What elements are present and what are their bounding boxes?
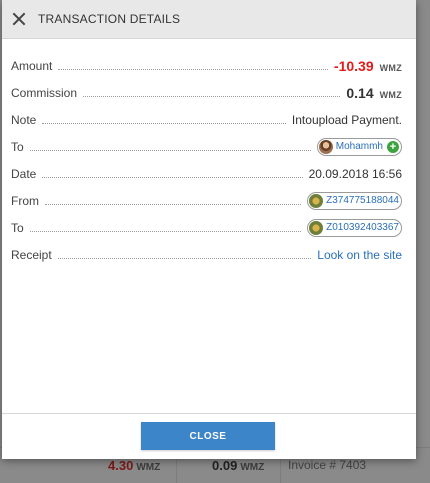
webmoney-icon	[309, 220, 324, 235]
add-contact-icon[interactable]: +	[387, 140, 399, 153]
label-receipt: Receipt	[11, 247, 52, 262]
transaction-details-modal: TRANSACTION DETAILS Amount -10.39 WMZ Com…	[2, 0, 416, 459]
to-purse-chip[interactable]: Z010392403367	[307, 218, 402, 237]
bg-amount: 4.30 WMZ	[108, 458, 161, 473]
row-to-user: To Mohammh +	[2, 133, 416, 160]
from-purse-chip[interactable]: Z374775188044	[307, 191, 402, 210]
details-list: Amount -10.39 WMZ Commission 0.14 WMZ Note…	[2, 39, 416, 268]
from-purse-id: Z374775188044	[326, 195, 399, 206]
leader-dots	[45, 204, 302, 205]
note-value: Intoupload Payment.	[291, 112, 402, 127]
leader-dots	[58, 69, 328, 70]
modal-title: TRANSACTION DETAILS	[38, 12, 181, 26]
leader-dots	[29, 231, 302, 232]
bg-commission: 0.09 WMZ	[212, 458, 265, 473]
label-to-purse: To	[11, 220, 24, 235]
modal-header: TRANSACTION DETAILS	[2, 0, 416, 39]
row-from-purse: From Z374775188044	[2, 187, 416, 214]
label-note: Note	[11, 112, 37, 127]
close-icon[interactable]	[12, 12, 26, 26]
bg-invoice: Invoice # 7403	[288, 458, 367, 472]
leader-dots	[29, 150, 311, 151]
row-date: Date 20.09.2018 16:56	[2, 160, 416, 187]
modal-footer: CLOSE	[2, 413, 416, 459]
row-receipt: Receipt Look on the site	[2, 241, 416, 268]
avatar	[318, 139, 333, 154]
leader-dots	[83, 96, 341, 97]
webmoney-icon	[309, 193, 324, 208]
row-amount: Amount -10.39 WMZ	[2, 52, 416, 79]
label-to: To	[11, 139, 24, 154]
recipient-chip[interactable]: Mohammh +	[316, 137, 402, 156]
leader-dots	[42, 123, 286, 124]
label-commission: Commission	[11, 85, 78, 100]
to-purse-id: Z010392403367	[326, 222, 399, 233]
label-date: Date	[11, 166, 37, 181]
receipt-link[interactable]: Look on the site	[317, 248, 402, 262]
leader-dots	[57, 258, 312, 259]
leader-dots	[42, 177, 303, 178]
date-value: 20.09.2018 16:56	[308, 166, 402, 181]
commission-value: 0.14 WMZ	[346, 84, 402, 101]
row-to-purse: To Z010392403367	[2, 214, 416, 241]
row-commission: Commission 0.14 WMZ	[2, 79, 416, 106]
label-amount: Amount	[11, 58, 53, 73]
recipient-name: Mohammh	[335, 141, 383, 152]
label-from: From	[11, 193, 39, 208]
close-button[interactable]: CLOSE	[141, 422, 275, 450]
row-note: Note Intoupload Payment.	[2, 106, 416, 133]
amount-value: -10.39 WMZ	[333, 57, 402, 74]
